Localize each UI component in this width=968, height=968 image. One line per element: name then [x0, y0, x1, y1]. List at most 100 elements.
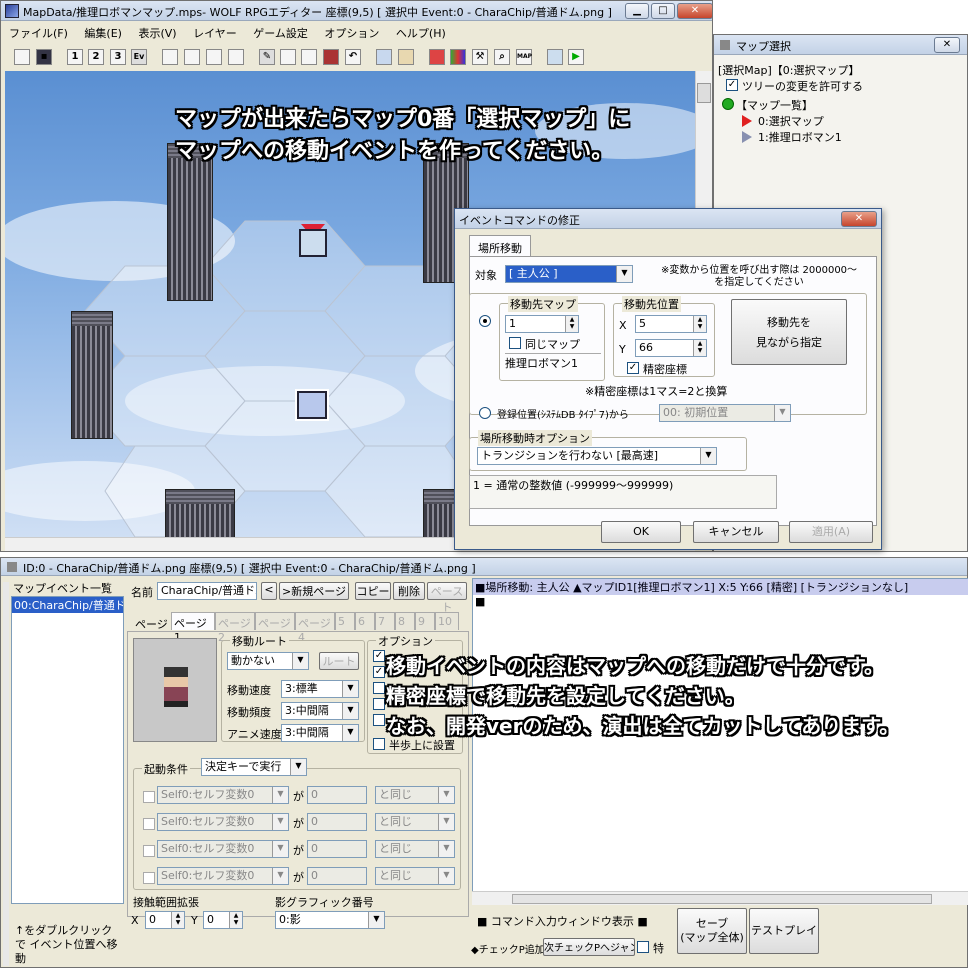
half-step-checkbox[interactable] — [373, 738, 385, 750]
y-spinner[interactable]: ▲ ▼ — [693, 340, 706, 356]
precise-checkbox[interactable]: ✓ — [627, 362, 639, 374]
condition-checkbox[interactable] — [143, 845, 155, 857]
event-list-item[interactable]: 00:CharaChip/普通ド — [12, 597, 123, 613]
command-input-toggle[interactable]: ■ コマンド入力ウィンドウ表示 ■ — [477, 913, 648, 929]
rect-icon[interactable] — [301, 49, 317, 65]
window-icon[interactable] — [547, 49, 563, 65]
maximize-button[interactable]: □ — [651, 3, 675, 19]
menu-help[interactable]: ヘルプ(H) — [396, 27, 446, 40]
layer3-button[interactable]: 3 — [110, 49, 126, 65]
view-mode-2-icon[interactable] — [184, 49, 200, 65]
tab-page-9[interactable]: 9 — [415, 612, 435, 630]
tab-move[interactable]: 場所移動 — [469, 235, 531, 257]
next-checkpoint-button[interactable]: 次チェックPへジャンプ — [543, 938, 635, 956]
condition-compare-select[interactable]: と同じ ▼ — [375, 840, 455, 858]
add-checkpoint-button[interactable]: ◆チェックP追加 — [471, 941, 545, 956]
contact-x-input[interactable]: 0 ▲ ▼ — [145, 911, 185, 929]
paste-button[interactable]: ペースト — [427, 582, 467, 614]
option-checkbox-2[interactable]: ✓ — [373, 666, 385, 678]
menu-edit[interactable]: 編集(E) — [84, 27, 122, 40]
x-spinner[interactable]: ▲ ▼ — [693, 316, 706, 332]
special-checkbox[interactable] — [637, 941, 649, 953]
speed-select[interactable]: 3:標準 ▼ — [281, 680, 359, 698]
anim-select[interactable]: 3:中間隔 ▼ — [281, 724, 359, 742]
apply-button[interactable]: 適用(A) — [789, 521, 873, 543]
tree-item-map-0[interactable]: 0:選択マップ — [758, 113, 824, 129]
character-graphic[interactable] — [133, 638, 217, 742]
event-list[interactable]: 00:CharaChip/普通ド — [11, 596, 124, 904]
map-select-close-button[interactable]: ✕ — [934, 37, 960, 53]
registered-radio[interactable] — [479, 407, 491, 419]
play-icon[interactable]: ▶ — [568, 49, 584, 65]
tab-page-4[interactable]: ページ4 — [295, 612, 335, 644]
pencil-icon[interactable]: ✎ — [259, 49, 275, 65]
dialog-close-button[interactable]: ✕ — [841, 211, 877, 227]
condition-compare-select[interactable]: と同じ ▼ — [375, 786, 455, 804]
prev-page-button[interactable]: < — [261, 582, 277, 600]
registered-select[interactable]: 00: 初期位置 ▼ — [659, 404, 791, 422]
trigger-select[interactable]: 決定キーで実行 ▼ — [201, 758, 307, 776]
shadow-select[interactable]: 0:影 ▼ — [275, 911, 385, 929]
tab-page-10[interactable]: 10 — [435, 612, 459, 630]
condition-checkbox[interactable] — [143, 818, 155, 830]
fill-icon[interactable] — [323, 49, 339, 65]
target-select[interactable]: [ 主人公 ] ▼ — [505, 265, 633, 283]
tab-page-2[interactable]: ページ2 — [215, 612, 255, 644]
copy-button[interactable]: コピー — [355, 582, 391, 600]
left-vscrollbar[interactable] — [3, 582, 9, 966]
view-mode-4-icon[interactable] — [228, 49, 244, 65]
line-icon[interactable] — [280, 49, 296, 65]
option-checkbox-1[interactable]: ✓ — [373, 650, 385, 662]
transition-select[interactable]: トランジションを行わない [最高速] ▼ — [477, 447, 717, 465]
selected-event-marker[interactable] — [295, 389, 329, 421]
layer1-button[interactable]: 1 — [67, 49, 83, 65]
condition-variable-select[interactable]: Self0:セルフ変数0 ▼ — [157, 840, 289, 858]
tab-page-3[interactable]: ページ3 — [255, 612, 295, 644]
allow-tree-change-checkbox[interactable]: ✓ — [726, 79, 738, 91]
condition-checkbox[interactable] — [143, 872, 155, 884]
tree-item-map-1[interactable]: 1:推理ロボマン1 — [758, 129, 842, 145]
cdb-icon[interactable] — [398, 49, 414, 65]
tileset-icon[interactable] — [450, 49, 466, 65]
hscroll-thumb[interactable] — [512, 894, 932, 904]
option-checkbox-4[interactable] — [373, 698, 385, 710]
condition-value-input[interactable]: 0 — [307, 786, 367, 804]
move-type-select[interactable]: 動かない ▼ — [227, 652, 309, 670]
menu-option[interactable]: オプション — [324, 27, 379, 40]
new-file-icon[interactable] — [14, 49, 30, 65]
menu-view[interactable]: 表示(V) — [138, 27, 176, 40]
dest-map-spinner[interactable]: ▲ ▼ — [565, 316, 578, 332]
condition-checkbox[interactable] — [143, 791, 155, 803]
name-input[interactable]: CharaChip/普通ドム — [157, 582, 257, 600]
tab-page-1[interactable]: ページ1 — [171, 612, 215, 644]
condition-variable-select[interactable]: Self0:セルフ変数0 ▼ — [157, 867, 289, 885]
testplay-button[interactable]: テストプレイ — [749, 908, 819, 954]
undo-icon[interactable]: ↶ — [345, 49, 361, 65]
minimize-button[interactable]: ▁ — [625, 3, 649, 19]
tab-page-8[interactable]: 8 — [395, 612, 415, 630]
view-destination-button[interactable]: 移動先を 見ながら指定 — [731, 299, 847, 365]
tab-page-5[interactable]: 5 — [335, 612, 355, 630]
option-checkbox-5[interactable] — [373, 714, 385, 726]
sysdb-icon[interactable] — [429, 49, 445, 65]
command-list[interactable]: ■場所移動: 主人公 ▲マップID1[推理ロボマン1] X:5 Y:66 [精密… — [472, 578, 968, 905]
userdb-icon[interactable] — [376, 49, 392, 65]
view-mode-1-icon[interactable] — [162, 49, 178, 65]
mapdb-icon[interactable]: MAP — [516, 49, 532, 65]
menu-game-settings[interactable]: ゲーム設定 — [253, 27, 308, 40]
close-button[interactable]: ✕ — [677, 3, 712, 19]
y-input[interactable]: 66 ▲ ▼ — [635, 339, 707, 357]
tab-page-7[interactable]: 7 — [375, 612, 395, 630]
view-mode-3-icon[interactable] — [206, 49, 222, 65]
dest-map-input[interactable]: 1 ▲ ▼ — [505, 315, 579, 333]
condition-compare-select[interactable]: と同じ ▼ — [375, 867, 455, 885]
command-line-end[interactable]: ■ — [473, 595, 968, 608]
route-button[interactable]: ルート — [319, 652, 359, 670]
tree-root-label[interactable]: 【マップ一覧】 — [736, 97, 813, 113]
tool-icon[interactable]: ⚒ — [472, 49, 488, 65]
search-icon[interactable]: ⌕ — [494, 49, 510, 65]
freq-select[interactable]: 3:中間隔 ▼ — [281, 702, 359, 720]
command-hscrollbar[interactable] — [472, 891, 968, 905]
condition-value-input[interactable]: 0 — [307, 840, 367, 858]
option-checkbox-3[interactable] — [373, 682, 385, 694]
